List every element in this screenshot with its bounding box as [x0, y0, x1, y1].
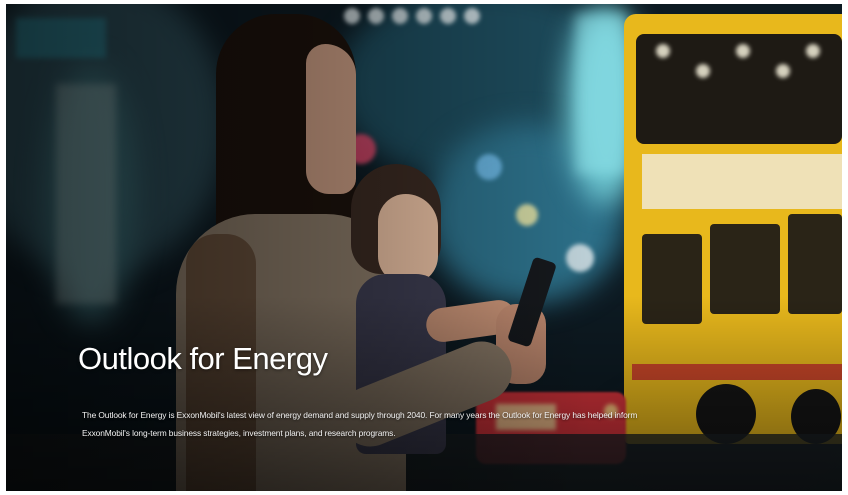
hero-banner: Outlook for Energy The Outlook for Energ… — [6, 4, 842, 491]
hero-description: The Outlook for Energy is ExxonMobil's l… — [82, 410, 638, 438]
hero-title: Outlook for Energy — [78, 341, 328, 376]
